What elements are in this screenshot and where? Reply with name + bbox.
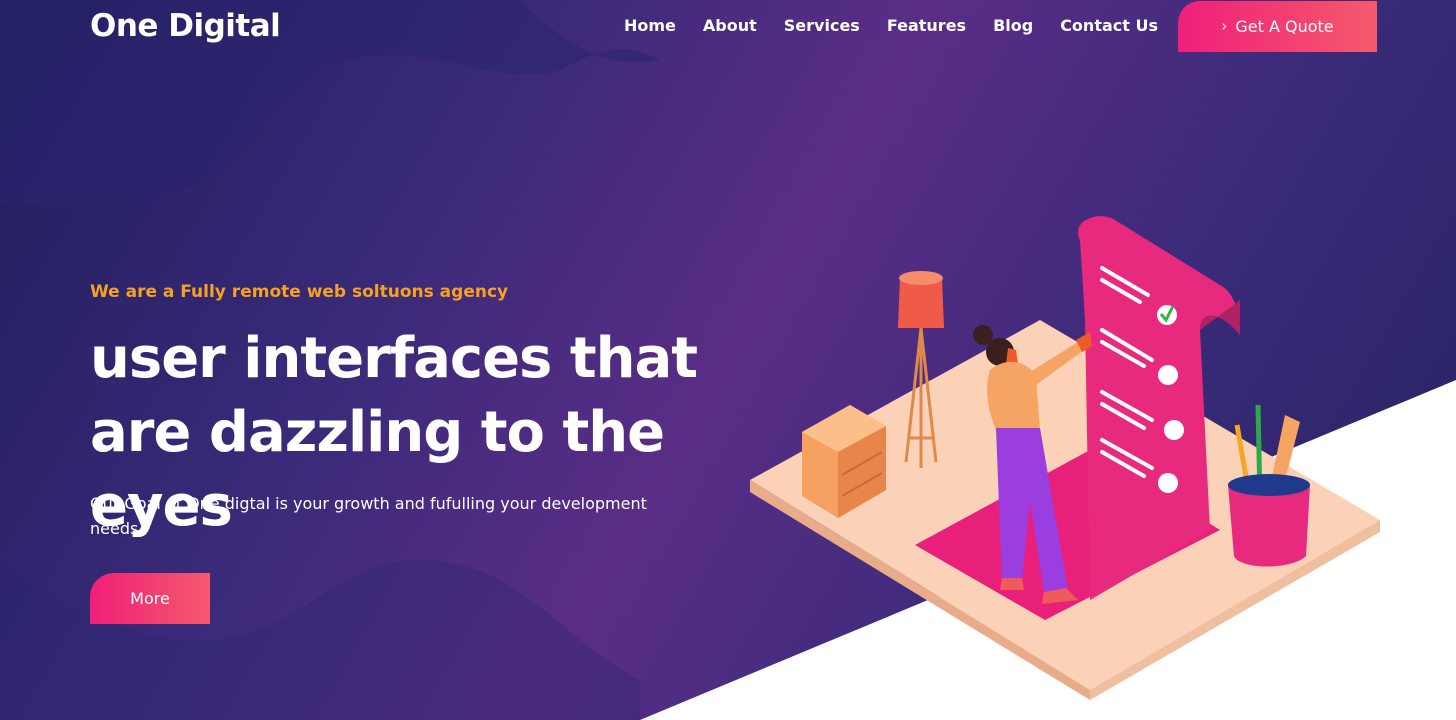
more-button[interactable]: More [90, 573, 210, 624]
chevron-right-icon: › [1221, 17, 1228, 35]
nav-features[interactable]: Features [887, 16, 966, 35]
nav-contact-us[interactable]: Contact Us [1060, 16, 1158, 35]
get-a-quote-button[interactable]: › Get A Quote [1178, 1, 1377, 52]
site-logo[interactable]: One Digital [90, 8, 281, 44]
hero-tagline: We are a Fully remote web soltuons agenc… [90, 282, 509, 302]
hero-illustration [750, 216, 1380, 700]
nav-blog[interactable]: Blog [993, 16, 1033, 35]
nav-about[interactable]: About [703, 16, 757, 35]
hero-subtext: Our Goal at One digtal is your growth an… [90, 494, 647, 538]
get-a-quote-label: Get A Quote [1235, 17, 1334, 36]
main-nav: Home About Services Features Blog Contac… [624, 16, 1158, 35]
nav-services[interactable]: Services [784, 16, 860, 35]
nav-home[interactable]: Home [624, 16, 676, 35]
landing-page: One Digital Home About Services Features… [0, 0, 1456, 720]
